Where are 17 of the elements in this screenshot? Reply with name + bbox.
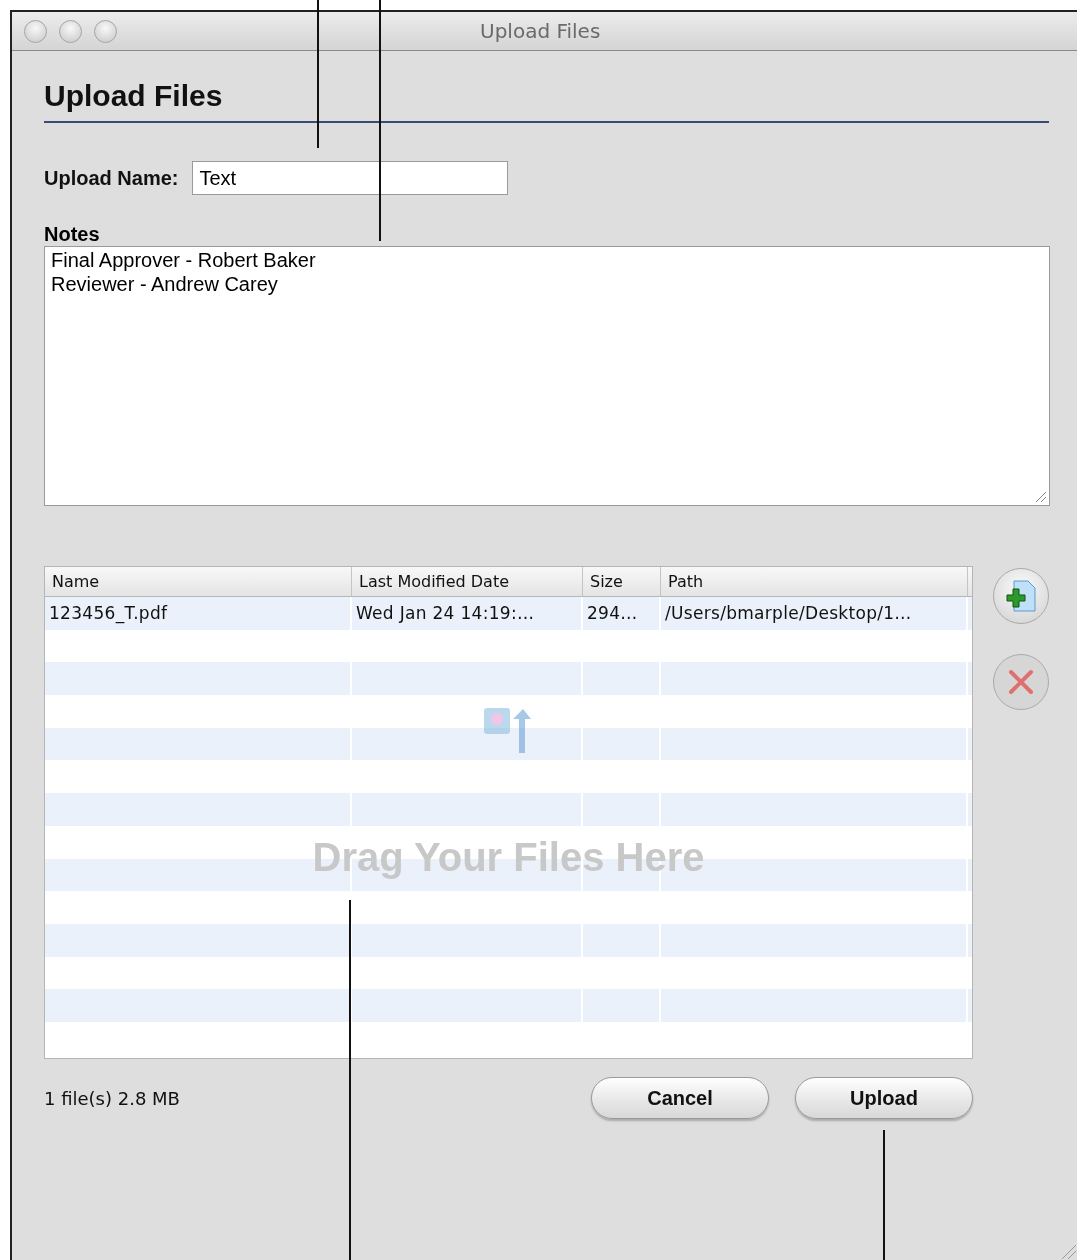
upload-name-field[interactable]: Text (192, 161, 509, 195)
column-header[interactable]: Last Modified Date (352, 567, 583, 596)
dialog-button[interactable]: Upload (795, 1077, 973, 1119)
column-header[interactable]: Path (661, 567, 968, 596)
table-cell: 294… (583, 597, 661, 630)
file-summary: 1 file(s) 2.8 MB (44, 1087, 181, 1109)
notes-field[interactable]: Final Approver - Robert Baker Reviewer - Andrew Carey (44, 246, 1050, 506)
table-cell: 123456_T.pdf (45, 597, 352, 630)
table-cell: /Users/bmarple/Desktop/1… (661, 597, 968, 630)
notes-label: Notes (44, 223, 101, 246)
dialog-button[interactable]: Cancel (591, 1077, 769, 1119)
window-title: Upload Files (480, 19, 601, 43)
upload-name-label: Upload Name: (44, 166, 179, 190)
table-cell: Wed Jan 24 14:19:… (352, 597, 583, 630)
column-header[interactable]: Name (45, 567, 352, 596)
page-heading: Upload Files (44, 79, 1049, 123)
column-header[interactable]: Size (583, 567, 661, 596)
